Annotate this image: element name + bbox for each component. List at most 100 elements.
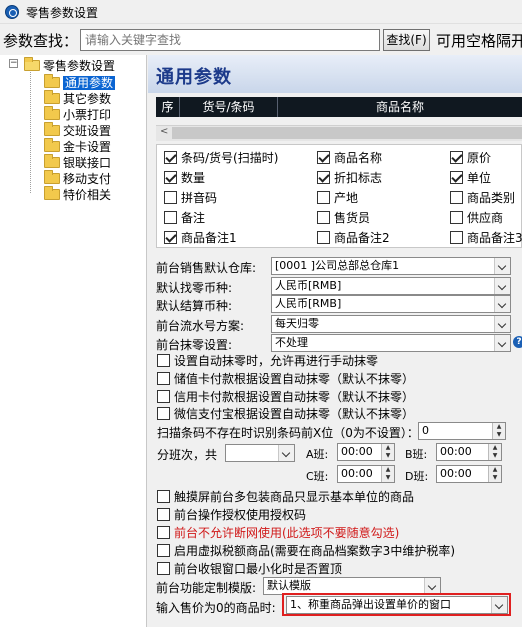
chevron-down-icon[interactable] [494,296,510,312]
change-currency-label: 默认找零币种: [156,281,233,295]
checkbox-icon[interactable] [164,231,177,244]
checkbox-icon[interactable] [450,231,463,244]
search-input[interactable] [80,29,380,51]
collapse-toggle-icon[interactable]: − [9,59,18,68]
checkbox-icon[interactable] [157,490,170,503]
grid-col-name[interactable]: 商品名称 [278,97,522,117]
spin-up-icon[interactable]: ▲ [488,444,501,452]
checkbox-icon[interactable] [157,372,170,385]
tree-item-unionpay[interactable]: 银联接口 [44,154,111,170]
checkbox-icon[interactable] [157,562,170,575]
checkbox-icon[interactable] [164,171,177,184]
rounding-select[interactable]: 不处理 [271,334,511,352]
chevron-down-icon[interactable] [494,258,510,274]
column-checkbox[interactable]: 供应商 [450,209,503,225]
checkbox-icon[interactable] [450,211,463,224]
column-checkbox[interactable]: 产地 [317,189,358,205]
checkbox-icon[interactable] [157,407,170,420]
checkbox-icon[interactable] [157,390,170,403]
chevron-down-icon[interactable] [494,335,510,351]
spin-down-icon[interactable]: ▼ [488,452,501,460]
chevron-down-icon[interactable] [494,278,510,294]
tree-item-goldcard[interactable]: 金卡设置 [44,138,111,154]
tree-root[interactable]: 零售参数设置 [24,57,115,73]
shift-a-time[interactable]: 00:00 ▲ ▼ [337,443,395,461]
tree-item-other[interactable]: 其它参数 [44,90,111,106]
checkbox-icon[interactable] [450,171,463,184]
checkbox-icon[interactable] [157,354,170,367]
tree-item-special-price[interactable]: 特价相关 [44,186,111,202]
option-checkbox[interactable]: 储值卡付款根据设置自动抹零（默认不抹零） [157,370,414,386]
spin-up-icon[interactable]: ▲ [381,466,394,474]
column-checkbox[interactable]: 商品名称 [317,149,382,165]
option-checkbox[interactable]: 信用卡付款根据设置自动抹零（默认不抹零） [157,388,414,404]
checkbox-icon[interactable] [157,526,170,539]
checkbox-icon[interactable] [317,231,330,244]
checkbox-icon[interactable] [317,171,330,184]
option-checkbox-warning[interactable]: 前台不允许断网使用(此选项不要随意勾选) [157,524,399,540]
column-checkbox[interactable]: 商品备注3 [450,229,522,245]
option-checkbox[interactable]: 启用虚拟税额商品(需要在商品档案数字3中维护税率) [157,542,455,558]
shift-c-time[interactable]: 00:00 ▲ ▼ [337,465,395,483]
settle-currency-value: 人民币[RMB] [275,297,342,310]
checkbox-icon[interactable] [164,191,177,204]
spin-down-icon[interactable]: ▼ [492,431,505,439]
spin-down-icon[interactable]: ▼ [488,474,501,482]
chevron-down-icon[interactable] [424,578,440,594]
chevron-down-icon[interactable] [494,316,510,332]
spin-down-icon[interactable]: ▼ [381,474,394,482]
settle-currency-select[interactable]: 人民币[RMB] [271,295,511,313]
checkbox-icon[interactable] [317,151,330,164]
scroll-left-icon[interactable]: < [160,126,168,137]
spin-up-icon[interactable]: ▲ [492,423,505,431]
tree-item-shift[interactable]: 交班设置 [44,122,111,138]
checkbox-icon[interactable] [450,191,463,204]
tree-item-general[interactable]: 通用参数 [44,74,116,90]
column-checkbox[interactable]: 商品备注1 [164,229,237,245]
checkbox-label: 原价 [467,151,492,165]
checkbox-icon[interactable] [450,151,463,164]
column-checkbox[interactable]: 备注 [164,209,205,225]
tree-item-receipt[interactable]: 小票打印 [44,106,111,122]
column-checkbox[interactable]: 原价 [450,149,491,165]
checkbox-icon[interactable] [164,211,177,224]
scan-prefix-stepper[interactable]: 0 ▲ ▼ [418,422,506,440]
column-checkbox[interactable]: 拼音码 [164,189,217,205]
checkbox-icon[interactable] [317,191,330,204]
help-icon[interactable]: ? [513,336,522,348]
column-checkbox[interactable]: 单位 [450,169,491,185]
scroll-thumb[interactable] [172,127,522,139]
column-checkbox[interactable]: 售货员 [317,209,370,225]
option-checkbox[interactable]: 前台收银窗口最小化时是否置顶 [157,560,342,576]
tree-item-label: 小票打印 [63,108,112,122]
spin-up-icon[interactable]: ▲ [381,444,394,452]
shift-d-time[interactable]: 00:00 ▲ ▼ [436,465,502,483]
search-button[interactable]: 查找(F) [383,29,430,51]
checkbox-icon[interactable] [317,211,330,224]
column-checkbox[interactable]: 商品备注2 [317,229,390,245]
template-label: 前台功能定制模版: [156,581,257,595]
chevron-down-icon[interactable] [278,445,294,461]
option-checkbox[interactable]: 触摸屏前台多包装商品只显示基本单位的商品 [157,488,414,504]
serial-select[interactable]: 每天归零 [271,315,511,333]
grid-col-index[interactable]: 序 [156,97,180,117]
checkbox-icon[interactable] [164,151,177,164]
column-checkbox[interactable]: 商品类别 [450,189,515,205]
shift-b-time[interactable]: 00:00 ▲ ▼ [436,443,502,461]
tree-item-mobile-pay[interactable]: 移动支付 [44,170,111,186]
change-currency-select[interactable]: 人民币[RMB] [271,277,511,295]
column-checkbox[interactable]: 条码/货号(扫描时) [164,149,278,165]
warehouse-select[interactable]: [0001 ]公司总部总仓库1 [271,257,511,275]
column-checkbox[interactable]: 数量 [164,169,205,185]
option-checkbox[interactable]: 微信支付宝根据设置自动抹零（默认不抹零） [157,405,414,421]
spin-up-icon[interactable]: ▲ [488,466,501,474]
column-checkbox[interactable]: 折扣标志 [317,169,382,185]
shift-count-select[interactable] [225,444,295,462]
checkbox-icon[interactable] [157,508,170,521]
option-checkbox[interactable]: 设置自动抹零时，允许再进行手动抹零 [157,352,378,368]
checkbox-icon[interactable] [157,544,170,557]
folder-open-icon [24,57,40,71]
option-checkbox[interactable]: 前台操作授权使用授权码 [157,506,306,522]
grid-col-code[interactable]: 货号/条码 [180,97,278,117]
spin-down-icon[interactable]: ▼ [381,452,394,460]
